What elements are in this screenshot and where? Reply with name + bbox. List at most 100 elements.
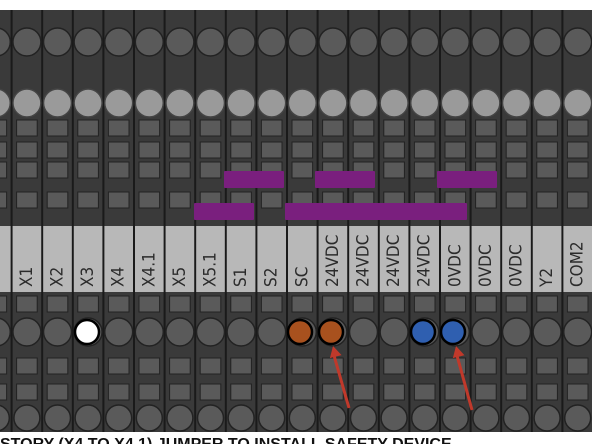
screw-top <box>379 27 409 57</box>
terminal-column <box>471 10 501 432</box>
terminal-slot <box>505 357 528 375</box>
screw-upper <box>103 88 134 118</box>
screw-upper <box>73 88 103 118</box>
screw-upper <box>348 88 379 118</box>
terminal-slot <box>566 191 589 209</box>
terminal-slot <box>107 357 130 375</box>
screw-base <box>319 404 347 432</box>
screw-upper <box>562 88 592 118</box>
terminal-slot <box>291 295 314 313</box>
terminal-slot <box>260 295 283 313</box>
screw-top <box>501 27 532 57</box>
terminal-slot <box>0 357 8 375</box>
terminal-slot <box>383 295 405 313</box>
screw-top <box>440 27 471 57</box>
terminal-label: X5 <box>170 267 190 287</box>
terminal-slot <box>566 383 589 401</box>
terminal-slot <box>566 119 589 137</box>
terminal-slot <box>169 295 191 313</box>
terminal-label: X2 <box>48 267 68 287</box>
wire-marker <box>317 318 345 346</box>
terminal-label: 24VDC <box>354 235 374 287</box>
terminal-slot <box>199 295 222 313</box>
terminal-slot <box>291 119 314 137</box>
terminal-slot <box>352 119 375 137</box>
terminal-label: SC <box>292 267 312 287</box>
terminal-slot <box>46 119 69 137</box>
screw-base <box>472 404 500 432</box>
jumper-bar <box>285 203 467 220</box>
terminal-column <box>73 10 103 432</box>
terminal-slot <box>107 141 130 159</box>
terminal-slot <box>230 119 252 137</box>
terminal-slot <box>352 295 375 313</box>
terminal-column <box>256 10 287 432</box>
screw-bottom <box>532 317 562 347</box>
terminal-slot <box>107 383 130 401</box>
terminal-slot <box>291 141 314 159</box>
terminal-column <box>440 10 471 432</box>
terminal-slot <box>383 383 405 401</box>
terminal-column <box>348 10 379 432</box>
terminal-slot <box>505 119 528 137</box>
terminal-column <box>42 10 73 432</box>
terminal-slot <box>0 119 8 137</box>
screw-top <box>134 27 165 57</box>
terminal-slot <box>77 357 99 375</box>
terminal-slot <box>46 357 69 375</box>
terminal-slot <box>138 295 161 313</box>
screw-upper <box>42 88 73 118</box>
terminal-slot <box>505 161 528 179</box>
screw-bottom <box>471 317 501 347</box>
screw-base <box>43 404 72 432</box>
terminal-column <box>226 10 256 432</box>
terminal-column <box>532 10 562 432</box>
terminal-slot <box>107 295 130 313</box>
terminal-column <box>165 10 195 432</box>
terminal-column <box>12 10 42 432</box>
terminal-column <box>562 10 592 432</box>
screw-top <box>226 27 256 57</box>
screw-top <box>12 27 42 57</box>
jumper-bar <box>194 203 254 220</box>
terminal-slot <box>199 357 222 375</box>
screw-base <box>441 404 470 432</box>
terminal-column <box>134 10 165 432</box>
terminal-slot <box>413 119 436 137</box>
terminal-slot <box>260 141 283 159</box>
terminal-label: X4.1 <box>139 252 159 287</box>
terminal-slot <box>46 161 69 179</box>
terminal-slot <box>413 141 436 159</box>
caption-text: STORY (X4 TO X4.1) JUMPER TO INSTALL SAF… <box>0 436 452 444</box>
screw-upper <box>165 88 195 118</box>
jumper-bar <box>437 171 497 188</box>
jumper-bar <box>224 171 284 188</box>
screw-base <box>227 404 255 432</box>
terminal-label: 0VDC <box>476 244 496 287</box>
terminal-slot <box>536 161 558 179</box>
terminal-slot <box>413 161 436 179</box>
screw-upper <box>471 88 501 118</box>
terminal-slot <box>383 119 405 137</box>
screw-top <box>195 27 226 57</box>
screw-base <box>533 404 561 432</box>
terminal-slot <box>169 161 191 179</box>
terminal-block-diagram: X1 X2 X3 X4 X4.1 X5 X5.1 S1 S2 SC 24VDC 24VDC 24VDC 2… <box>0 0 592 444</box>
terminal-slot <box>413 383 436 401</box>
screw-upper <box>440 88 471 118</box>
terminal-slot <box>169 383 191 401</box>
screw-base <box>380 404 408 432</box>
terminal-slot <box>260 383 283 401</box>
terminal-slot <box>138 383 161 401</box>
screw-top <box>42 27 73 57</box>
screw-base <box>74 404 102 432</box>
screw-base <box>166 404 194 432</box>
terminal-slot <box>536 141 558 159</box>
terminal-label: 0VDC <box>445 244 465 287</box>
terminal-slot <box>566 141 589 159</box>
terminal-slot <box>46 295 69 313</box>
terminal-slot <box>199 119 222 137</box>
terminal-slot <box>46 141 69 159</box>
screw-base <box>349 404 378 432</box>
screw-top <box>471 27 501 57</box>
